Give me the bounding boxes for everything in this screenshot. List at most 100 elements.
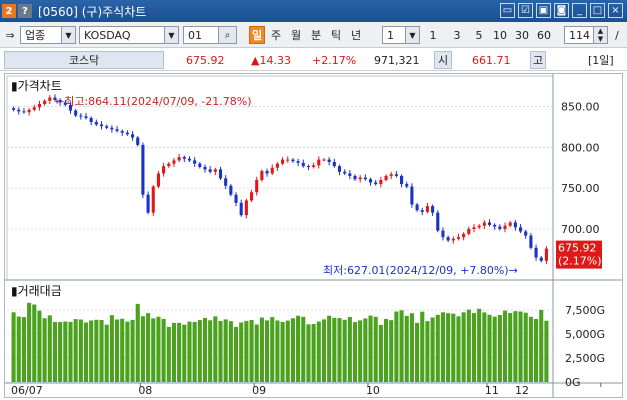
candle-body <box>84 116 88 118</box>
volume-bar <box>461 312 466 382</box>
volume-bar <box>197 320 202 382</box>
chevron-down-icon[interactable]: ▼ <box>61 27 75 43</box>
chart-area[interactable]: 850.00 800.00 750.00 700.00 7,500G 5,000G 2,50… <box>4 73 623 398</box>
candle-body <box>74 110 78 116</box>
volume-bar <box>327 315 332 382</box>
candle-body <box>368 179 373 183</box>
preset-5-button[interactable]: 5 <box>472 26 486 44</box>
candle-body <box>22 111 26 113</box>
camera-icon[interactable]: ◙ <box>554 3 569 18</box>
volume-bar <box>523 312 528 382</box>
period-month-button[interactable]: 월 <box>288 26 304 44</box>
volume-bar <box>373 316 378 382</box>
candle-body <box>456 237 461 239</box>
period-minute-button[interactable]: 분 <box>308 26 324 44</box>
volume-bar <box>192 322 197 382</box>
volume-bar <box>296 315 301 382</box>
candle-body <box>389 174 393 176</box>
volume-bar <box>228 321 233 382</box>
candle-body <box>146 194 150 213</box>
chart-svg[interactable]: 850.00 800.00 750.00 700.00 7,500G 5,000G 2,50… <box>5 74 622 397</box>
minimize-icon[interactable]: _ <box>572 3 587 18</box>
candle-body <box>115 129 119 131</box>
volume-bar <box>311 324 316 382</box>
open-label: 시 <box>434 51 452 69</box>
last-price-percent-label: (2.17%) <box>558 255 602 268</box>
preset-3-button[interactable]: 3 <box>450 26 464 44</box>
volume-bar <box>347 317 352 382</box>
market-select-value: 업종 <box>25 29 46 42</box>
volume-bar <box>125 321 130 382</box>
preset-1-button[interactable]: 1 <box>426 26 440 44</box>
volume-bar <box>63 321 68 382</box>
volume-bar <box>156 316 161 382</box>
period-week-button[interactable]: 주 <box>268 26 284 44</box>
candle-body <box>317 159 321 166</box>
candle-body <box>167 163 171 167</box>
volume-bar <box>482 312 487 382</box>
period-day-button[interactable]: 일 <box>249 26 265 44</box>
candle-body <box>529 235 533 248</box>
volume-bar <box>182 324 187 382</box>
candle-body <box>337 166 342 172</box>
volume-bar <box>52 321 58 382</box>
x-tick-label: 09 <box>252 384 266 397</box>
unit-select-value: 1 <box>387 28 394 42</box>
search-icon[interactable]: ⌕ <box>218 27 236 43</box>
volume-bar <box>451 313 456 382</box>
price-y-tick-label: 700.00 <box>561 223 600 236</box>
candle-body <box>498 226 502 229</box>
window-title: [0560] (구)주식차트 <box>38 4 147 19</box>
candle-body <box>348 173 352 176</box>
candle-body <box>374 182 378 185</box>
volume-bar <box>332 317 337 382</box>
interval-input[interactable]: 01 ⌕ <box>183 26 237 44</box>
candle-body <box>513 222 517 228</box>
settings-icon[interactable]: ☑ <box>518 3 533 18</box>
volume-bar <box>539 309 544 382</box>
volume-bar <box>187 321 192 382</box>
candle-body <box>37 104 42 108</box>
unit-select[interactable]: 1 ▼ <box>382 26 420 44</box>
market-select[interactable]: 업종 ▼ <box>20 26 76 44</box>
volume-bar <box>99 319 104 382</box>
candle-body <box>503 225 507 229</box>
preset-30-button[interactable]: 30 <box>512 26 532 44</box>
print-icon[interactable]: ▣ <box>536 3 551 18</box>
volume-bar <box>399 310 404 382</box>
volume-bar <box>208 320 213 382</box>
x-tick-label: 11 <box>485 384 499 397</box>
candle-body <box>539 257 543 261</box>
candle-body <box>203 166 207 170</box>
chevron-down-icon[interactable]: ▼ <box>405 27 419 43</box>
price-change: ▲14.33 <box>251 53 291 67</box>
close-icon[interactable]: × <box>608 3 623 18</box>
screen-number-badge[interactable]: 2 <box>2 4 16 18</box>
candle-body <box>384 175 388 180</box>
volume-bar <box>368 315 373 382</box>
preset-60-button[interactable]: 60 <box>534 26 554 44</box>
volume-bar <box>83 322 89 382</box>
candle-body <box>436 212 440 231</box>
volume-bar <box>275 320 280 382</box>
volume-bar <box>415 322 420 382</box>
chevron-down-icon[interactable]: ▼ <box>164 27 178 43</box>
count-stepper[interactable]: 114 ▲ ▼ <box>564 26 608 44</box>
price-y-tick-label: 750.00 <box>561 182 600 195</box>
link-icon[interactable]: ▭ <box>500 3 515 18</box>
candle-body <box>281 159 285 164</box>
maximize-icon[interactable]: □ <box>590 3 605 18</box>
candle-body <box>162 166 166 174</box>
candle-body <box>462 233 466 238</box>
high-label: 고 <box>530 51 546 69</box>
candle-body <box>265 171 269 174</box>
candle-body <box>405 184 409 187</box>
nav-arrow-icon[interactable]: ⇒ <box>3 26 17 44</box>
index-select[interactable]: KOSDAQ ▼ <box>79 26 179 44</box>
help-icon[interactable]: ? <box>18 4 32 18</box>
period-tick-button[interactable]: 틱 <box>328 26 344 44</box>
candle-body <box>156 173 160 187</box>
period-year-button[interactable]: 년 <box>348 26 364 44</box>
preset-10-button[interactable]: 10 <box>490 26 510 44</box>
stepper-arrows-icon[interactable]: ▲ ▼ <box>593 27 607 43</box>
